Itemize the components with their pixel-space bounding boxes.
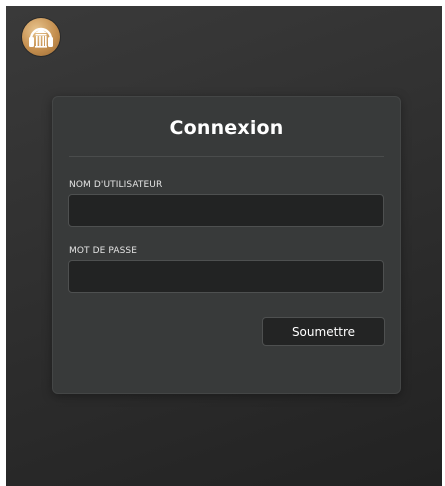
submit-button[interactable]: Soumettre [262,317,385,346]
password-label: MOT DE PASSE [69,246,138,256]
app-background: Connexion NOM D'UTILISATEUR MOT DE PASSE… [6,6,442,486]
logo-icon[interactable] [22,18,60,56]
title-divider [69,156,384,157]
headphones-building-icon [29,27,53,48]
username-label: NOM D'UTILISATEUR [69,180,163,190]
username-input[interactable] [68,194,384,227]
password-input[interactable] [68,260,384,293]
login-title: Connexion [169,117,284,139]
login-card: Connexion NOM D'UTILISATEUR MOT DE PASSE… [52,96,401,394]
